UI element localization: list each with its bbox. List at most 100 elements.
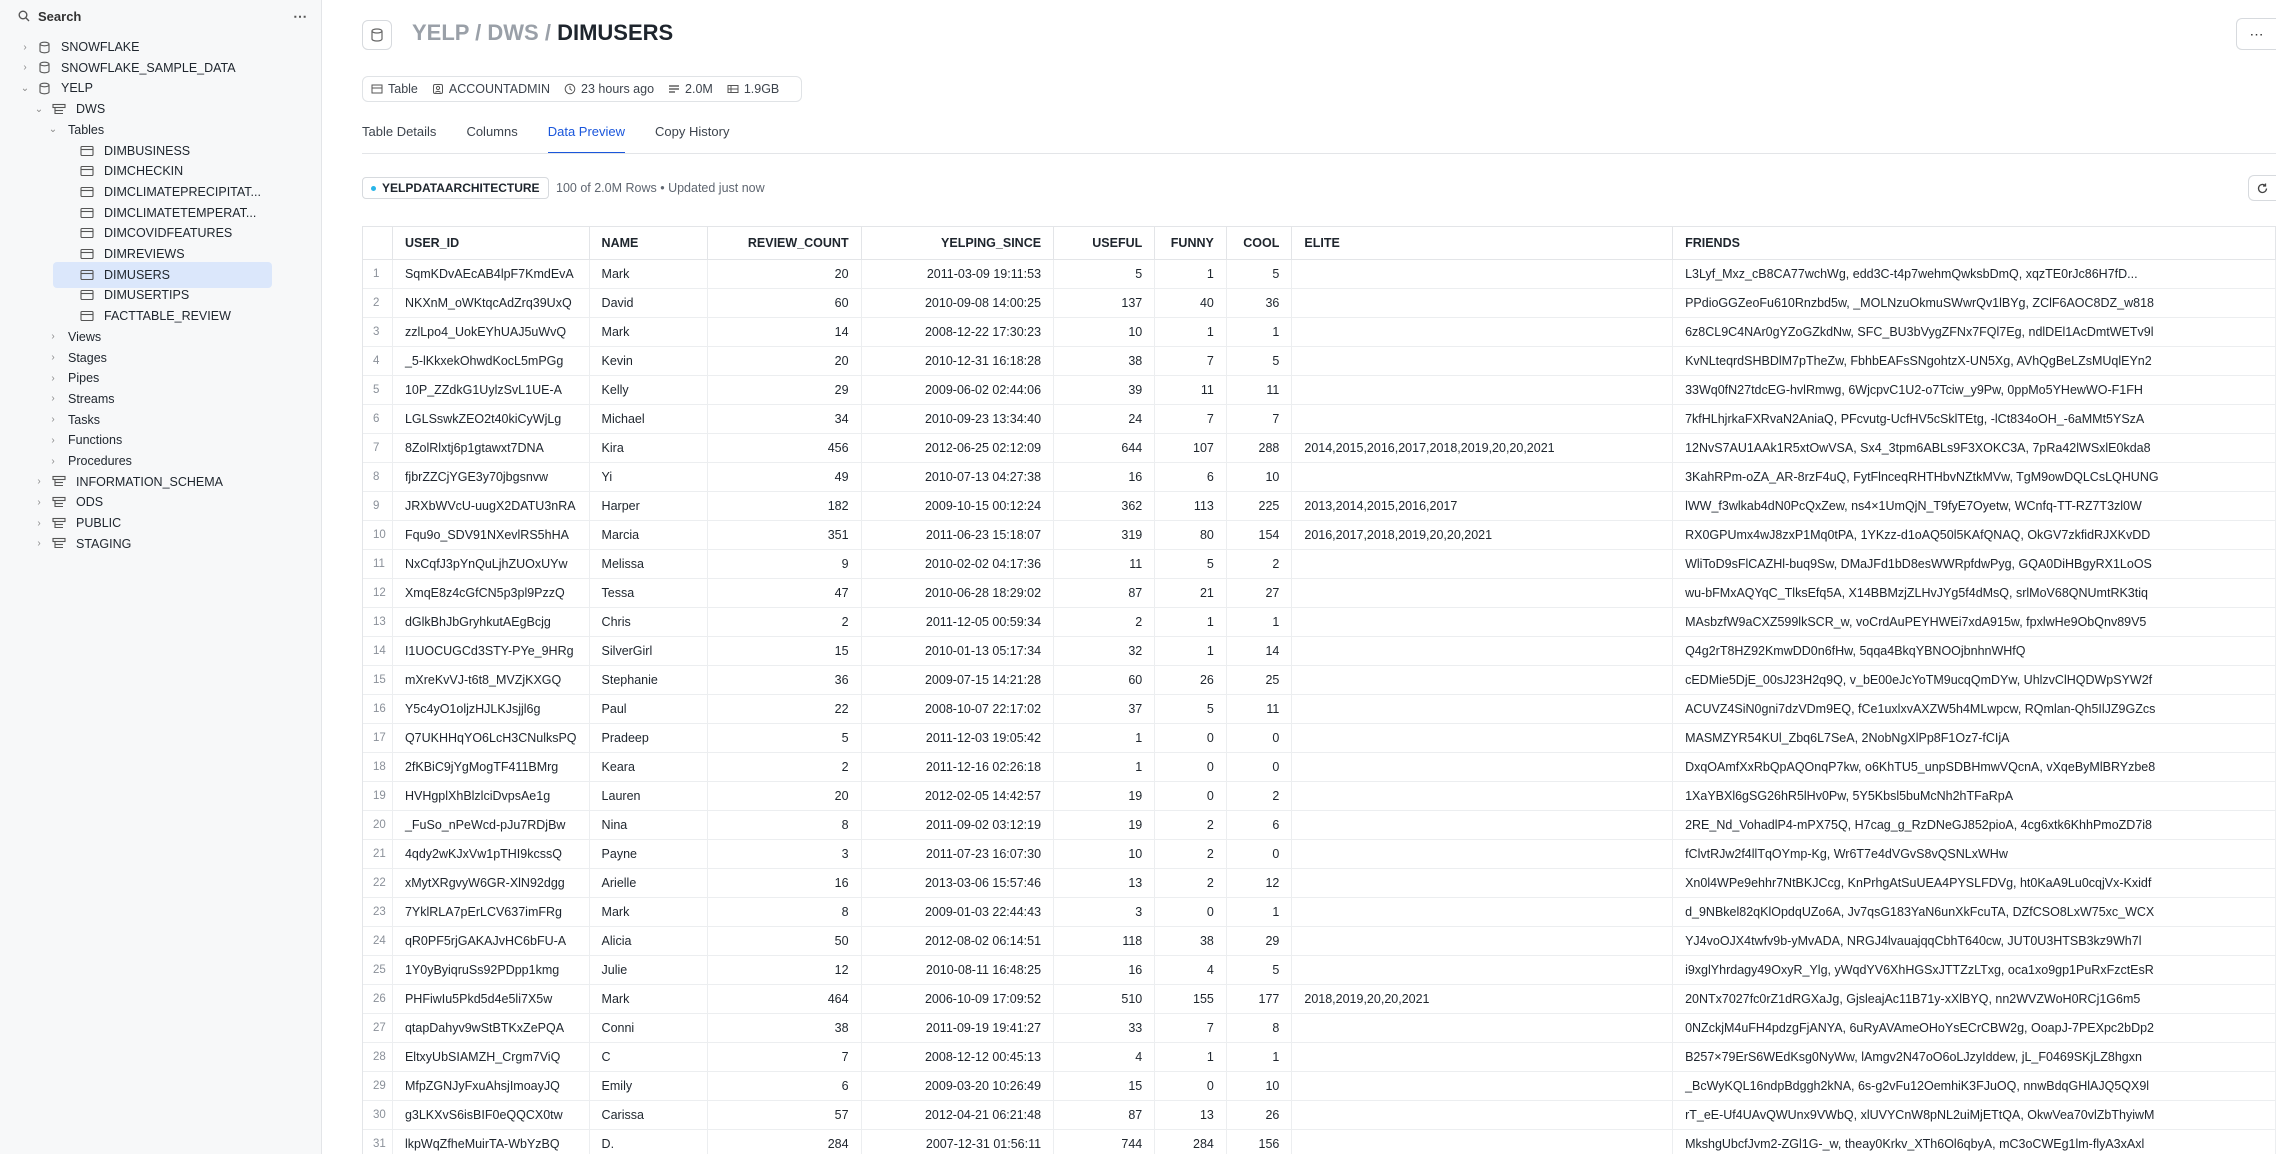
table-cell[interactable]: 177	[1226, 984, 1293, 1014]
table-cell[interactable]: 13	[1053, 868, 1156, 898]
table-cell[interactable]: Kevin	[589, 346, 708, 376]
table-cell[interactable]: 2010-12-31 16:18:28	[861, 346, 1055, 376]
table-cell[interactable]: 57	[707, 1100, 862, 1130]
table-row[interactable]: 13 dGlkBhJbGryhkutAEgBcjg Chris 2 2011-12-05…	[363, 607, 2276, 637]
table-cell[interactable]: KvNLteqrdSHBDlM7pTheZw, FbhbEAFsSNgohtzX…	[1672, 346, 2276, 376]
table-cell[interactable]: i9xglYhrdagy49OxyR_Ylg, yWqdYV6XhHGSxJTT…	[1672, 955, 2276, 985]
table-cell[interactable]: PHFiwIu5Pkd5d4e5li7X5w	[392, 984, 590, 1014]
table-cell[interactable]: 47	[707, 578, 862, 608]
table-cell[interactable]: 12NvS7AU1AAk1R5xtOwVSA, Sx4_3tpm6ABLs9F3…	[1672, 433, 2276, 463]
table-cell[interactable]: 87	[1053, 578, 1156, 608]
table-cell[interactable]: xMytXRgvyW6GR-XlN92dgg	[392, 868, 590, 898]
table-row[interactable]: 8 fjbrZZCjYGE3y70jbgsnvw Yi 49 2010-07-13 04…	[363, 462, 2276, 492]
table-cell[interactable]: 5	[1226, 259, 1293, 289]
table-cell[interactable]: 1	[1154, 259, 1227, 289]
refresh-button[interactable]	[2248, 175, 2276, 201]
table-cell[interactable]	[1291, 346, 1674, 376]
table-cell[interactable]: 7YklRLA7pErLCV637imFRg	[392, 897, 590, 927]
table-cell[interactable]: 0	[1154, 723, 1227, 753]
table-cell[interactable]: 319	[1053, 520, 1156, 550]
table-cell[interactable]: 2009-07-15 14:21:28	[861, 665, 1055, 695]
table-cell[interactable]: 2010-09-08 14:00:25	[861, 288, 1055, 318]
table-cell[interactable]: 33	[1053, 1013, 1156, 1043]
column-header[interactable]: ELITE	[1291, 227, 1674, 260]
table-cell[interactable]: 2009-10-15 00:12:24	[861, 491, 1055, 521]
table-row[interactable]: 9 JRXbWVcU-uugX2DATU3nRA Harper 182 2009-10-…	[363, 491, 2276, 521]
table-cell[interactable]: 2012-02-05 14:42:57	[861, 781, 1055, 811]
table-cell[interactable]: 6	[1154, 462, 1227, 492]
table-cell[interactable]: 11	[1226, 375, 1293, 405]
table-cell[interactable]	[1291, 694, 1674, 724]
warehouse-selector[interactable]: YELPDATAARCHITECTURE	[362, 177, 549, 199]
table-cell[interactable]	[1291, 810, 1674, 840]
table-cell[interactable]: 362	[1053, 491, 1156, 521]
table-row[interactable]: 11 NxCqfJ3pYnQuLjhZUOxUYw Melissa 9 2010-02-…	[363, 549, 2276, 579]
table-cell[interactable]: 60	[707, 288, 862, 318]
table-cell[interactable]: 14	[707, 317, 862, 347]
chevron-right-icon[interactable]: ›	[18, 62, 32, 73]
table-cell[interactable]: 32	[1053, 636, 1156, 666]
table-cell[interactable]: 7	[1154, 346, 1227, 376]
table-cell[interactable]: DxqOAmfXxRbQpAQOnqP7kw, o6KhTU5_unpSDBHm…	[1672, 752, 2276, 782]
table-cell[interactable]: 11	[1154, 375, 1227, 405]
table-cell[interactable]: NxCqfJ3pYnQuLjhZUOxUYw	[392, 549, 590, 579]
table-cell[interactable]: HVHgplXhBlzlciDvpsAe1g	[392, 781, 590, 811]
tab-copy-history[interactable]: Copy History	[655, 124, 729, 154]
table-cell[interactable]: 2010-09-23 13:34:40	[861, 404, 1055, 434]
table-cell[interactable]: Pradeep	[589, 723, 708, 753]
table-cell[interactable]: 29	[707, 375, 862, 405]
table-cell[interactable]	[1291, 1013, 1674, 1043]
table-cell[interactable]: 7	[707, 1042, 862, 1072]
table-cell[interactable]: fjbrZZCjYGE3y70jbgsnvw	[392, 462, 590, 492]
table-cell[interactable]	[1291, 868, 1674, 898]
sidebar-more-icon[interactable]: ⋯	[293, 8, 308, 25]
table-row[interactable]: 22 xMytXRgvyW6GR-XlN92dgg Arielle 16 2013-03…	[363, 868, 2276, 898]
table-cell[interactable]: 5	[1226, 346, 1293, 376]
table-cell[interactable]: mXreKvVJ-t6t8_MVZjKXGQ	[392, 665, 590, 695]
table-cell[interactable]: 107	[1154, 433, 1227, 463]
table-cell[interactable]: 2	[1226, 549, 1293, 579]
table-cell[interactable]: Mark	[589, 317, 708, 347]
table-cell[interactable]: 744	[1053, 1129, 1156, 1154]
table-row[interactable]: 29 MfpZGNJyFxuAhsjImoayJQ Emily 6 2009-03-20…	[363, 1071, 2276, 1101]
table-cell[interactable]: 36	[707, 665, 862, 695]
table-cell[interactable]: Kira	[589, 433, 708, 463]
column-header[interactable]: COOL	[1226, 227, 1293, 260]
table-cell[interactable]: 7kfHLhjrkaFXRvaN2AniaQ, PFcvutg-UcfHV5cS…	[1672, 404, 2276, 434]
table-cell[interactable]	[1291, 839, 1674, 869]
chevron-right-icon[interactable]: ›	[32, 538, 46, 549]
table-cell[interactable]: Conni	[589, 1013, 708, 1043]
table-cell[interactable]: 2010-01-13 05:17:34	[861, 636, 1055, 666]
table-cell[interactable]: 16	[1053, 955, 1156, 985]
table-cell[interactable]: 5	[1154, 694, 1227, 724]
table-cell[interactable]: RX0GPUmx4wJ8zxP1Mq0tPA, 1YKzz-d1oAQ50l5K…	[1672, 520, 2276, 550]
table-cell[interactable]: ACUVZ4SiN0gni7dzVDm9EQ, fCe1uxlxvAXZW5h4…	[1672, 694, 2276, 724]
table-cell[interactable]	[1291, 1100, 1674, 1130]
table-cell[interactable]: 2012-08-02 06:14:51	[861, 926, 1055, 956]
table-cell[interactable]: 113	[1154, 491, 1227, 521]
table-cell[interactable]: Payne	[589, 839, 708, 869]
table-cell[interactable]: 0	[1154, 897, 1227, 927]
table-cell[interactable]: 8ZolRlxtj6p1gtawxt7DNA	[392, 433, 590, 463]
table-cell[interactable]	[1291, 607, 1674, 637]
table-cell[interactable]: Alicia	[589, 926, 708, 956]
table-row[interactable]: 31 lkpWqZfheMuirTA-WbYzBQ D. 284 2007-12-31 …	[363, 1129, 2276, 1154]
chevron-right-icon[interactable]: ›	[46, 435, 60, 446]
table-cell[interactable]: 1	[1154, 636, 1227, 666]
tab-columns[interactable]: Columns	[466, 124, 517, 154]
table-cell[interactable]: g3LKXvS6isBIF0eQQCX0tw	[392, 1100, 590, 1130]
table-row[interactable]: 2 NKXnM_oWKtqcAdZrq39UxQ David 60 2010-09-08…	[363, 288, 2276, 318]
table-cell[interactable]: 10P_ZZdkG1UylzSvL1UE-A	[392, 375, 590, 405]
table-cell[interactable]: lWW_f3wlkab4dN0PcQxZew, ns4×1UmQjN_T9fyE…	[1672, 491, 2276, 521]
table-cell[interactable]: 38	[1154, 926, 1227, 956]
table-cell[interactable]: _BcWyKQL16ndpBdggh2kNA, 6s-g2vFu12OemhiK…	[1672, 1071, 2276, 1101]
table-cell[interactable]: 5	[1154, 549, 1227, 579]
table-cell[interactable]: Q7UKHHqYO6LcH3CNulksPQ	[392, 723, 590, 753]
table-cell[interactable]: 2009-01-03 22:44:43	[861, 897, 1055, 927]
table-cell[interactable]: 2018,2019,20,20,2021	[1291, 984, 1674, 1014]
tree-item[interactable]: › STAGING	[32, 531, 131, 557]
table-cell[interactable]: 26	[1154, 665, 1227, 695]
table-cell[interactable]: 4	[1154, 955, 1227, 985]
table-cell[interactable]: Harper	[589, 491, 708, 521]
table-cell[interactable]: NKXnM_oWKtqcAdZrq39UxQ	[392, 288, 590, 318]
